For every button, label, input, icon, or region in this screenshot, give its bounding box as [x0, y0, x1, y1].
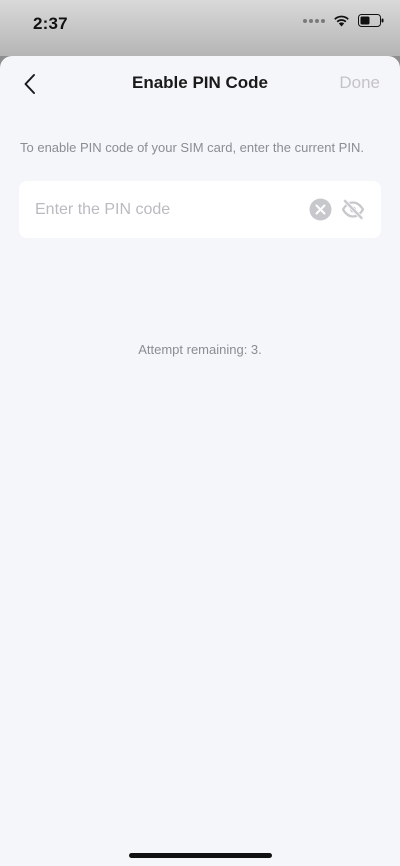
battery-icon	[358, 14, 384, 27]
pin-input[interactable]	[35, 181, 295, 238]
done-button[interactable]: Done	[339, 73, 380, 93]
clear-button[interactable]	[309, 198, 332, 221]
eye-off-icon	[341, 199, 365, 220]
pin-input-card	[19, 181, 381, 238]
clear-circle-icon	[309, 198, 332, 221]
status-time: 2:37	[33, 14, 68, 33]
pin-sheet: Enable PIN Code Done To enable PIN code …	[0, 56, 400, 866]
signal-dots-icon	[303, 18, 325, 23]
home-indicator	[129, 853, 272, 858]
status-bar: 2:37	[0, 0, 400, 56]
attempts-remaining: Attempt remaining: 3.	[138, 342, 262, 357]
toggle-visibility-button[interactable]	[341, 198, 365, 221]
status-icons	[303, 14, 384, 27]
nav-bar: Enable PIN Code Done	[0, 56, 400, 112]
wifi-icon	[334, 15, 349, 27]
instruction-text: To enable PIN code of your SIM card, ent…	[20, 140, 364, 155]
